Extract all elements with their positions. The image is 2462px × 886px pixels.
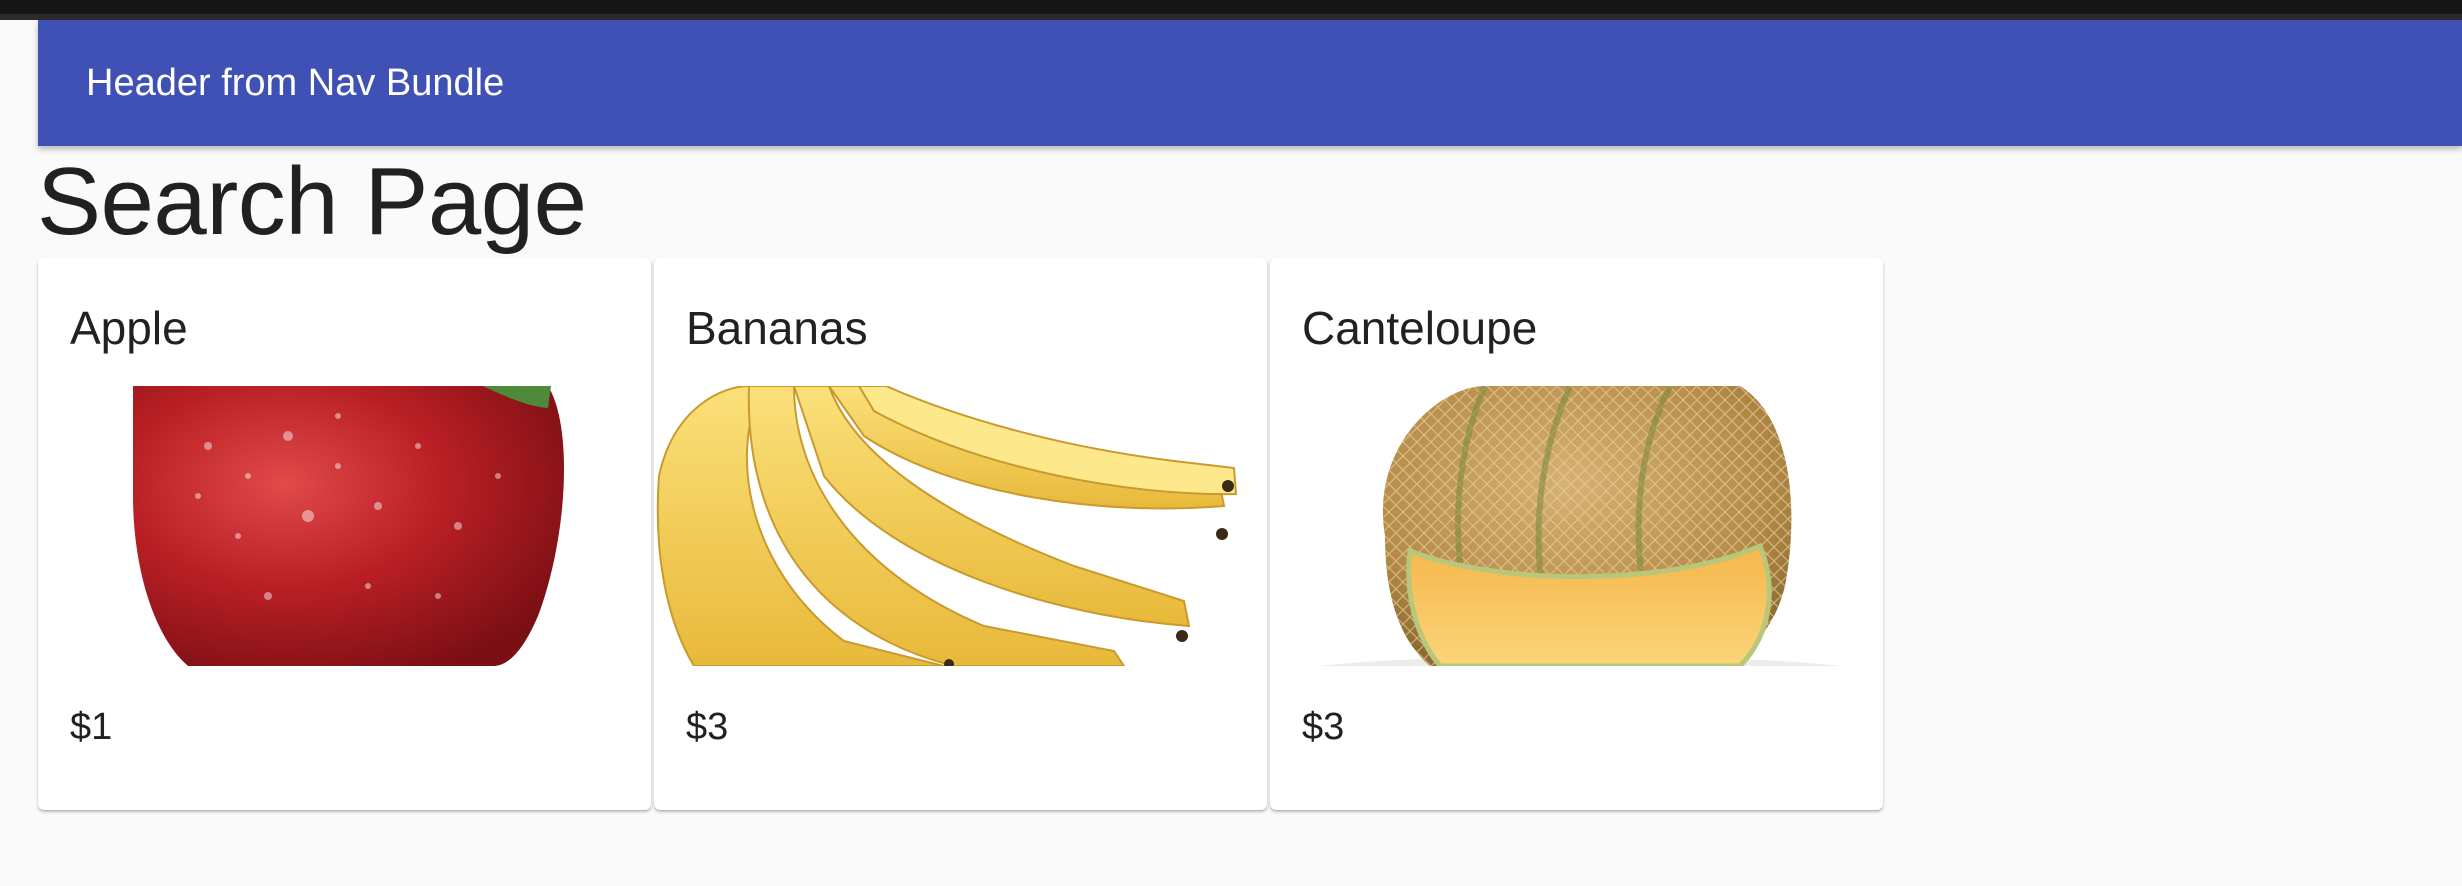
product-name: Bananas <box>686 302 868 354</box>
product-price: $1 <box>70 706 113 748</box>
canteloupe-image <box>1270 386 1883 666</box>
product-name: Apple <box>70 302 188 354</box>
app-toolbar: Header from Nav Bundle <box>38 20 2462 146</box>
toolbar-title: Header from Nav Bundle <box>86 61 505 104</box>
bananas-image <box>654 386 1267 666</box>
product-card-canteloupe[interactable]: Canteloupe $3 <box>1270 258 1883 810</box>
product-name: Canteloupe <box>1302 302 1538 354</box>
product-card-apple[interactable]: Apple $1 <box>38 258 651 810</box>
page-title: Search Page <box>37 148 587 255</box>
product-card-list: Apple $1 Bananas $3 Canteloupe $3 <box>38 258 1883 810</box>
browser-top-edge <box>0 0 2462 20</box>
apple-image <box>38 386 651 666</box>
product-card-bananas[interactable]: Bananas $3 <box>654 258 1267 810</box>
product-price: $3 <box>686 706 729 748</box>
product-price: $3 <box>1302 706 1345 748</box>
